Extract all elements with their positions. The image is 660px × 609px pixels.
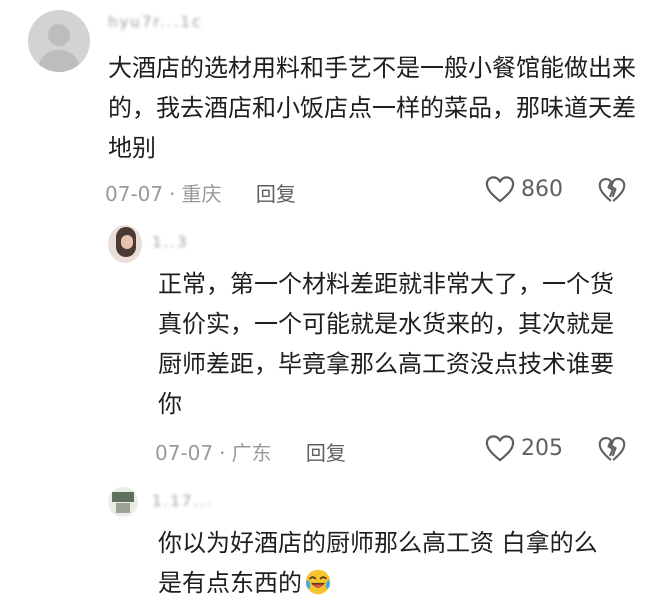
comment-date: 07-07	[155, 441, 214, 465]
comment-text: 大酒店的选材用料和手艺不是一般小餐馆能做出来的，我去酒店和小饭店点一样的菜品，那…	[108, 54, 636, 162]
like-count: 860	[521, 176, 563, 202]
avatar[interactable]	[108, 225, 142, 263]
comment-text: 正常，第一个材料差距就非常大了，一个货真价实，一个可能就是水货来的，其次就是厨师…	[158, 270, 614, 418]
broken-heart-outline-icon	[598, 178, 626, 202]
username[interactable]: hyu7r...1c	[108, 13, 202, 31]
username[interactable]: 1..3	[152, 233, 189, 251]
comment-text: 你以为好酒店的厨师那么高工资 白拿的么 是有点东西的	[158, 523, 628, 603]
reply-button[interactable]: 回复	[306, 441, 346, 465]
broken-heart-outline-icon	[598, 437, 626, 461]
reply-button[interactable]: 回复	[256, 182, 296, 206]
like-button[interactable]: 205	[485, 434, 563, 462]
meta-separator: ·	[219, 441, 226, 465]
comment-meta: 07-07 · 广东 回复	[155, 437, 346, 466]
comment-location: 重庆	[181, 182, 222, 206]
comment-text-content: 你以为好酒店的厨师那么高工资 白拿的么 是有点东西的	[158, 529, 598, 597]
crying-laughing-emoji-icon	[305, 569, 331, 595]
heart-outline-icon	[485, 176, 515, 203]
comment-location: 广东	[231, 441, 272, 465]
dislike-button[interactable]	[598, 176, 626, 208]
like-count: 205	[521, 435, 563, 461]
meta-separator: ·	[169, 182, 176, 206]
heart-outline-icon	[485, 435, 515, 462]
comment-meta: 07-07 · 重庆 回复	[105, 178, 296, 207]
avatar[interactable]	[108, 487, 138, 517]
dislike-button[interactable]	[598, 435, 626, 467]
username[interactable]: 1.17...	[152, 492, 214, 510]
comment-date: 07-07	[105, 182, 164, 206]
like-button[interactable]: 860	[485, 175, 563, 203]
avatar[interactable]	[28, 10, 90, 72]
